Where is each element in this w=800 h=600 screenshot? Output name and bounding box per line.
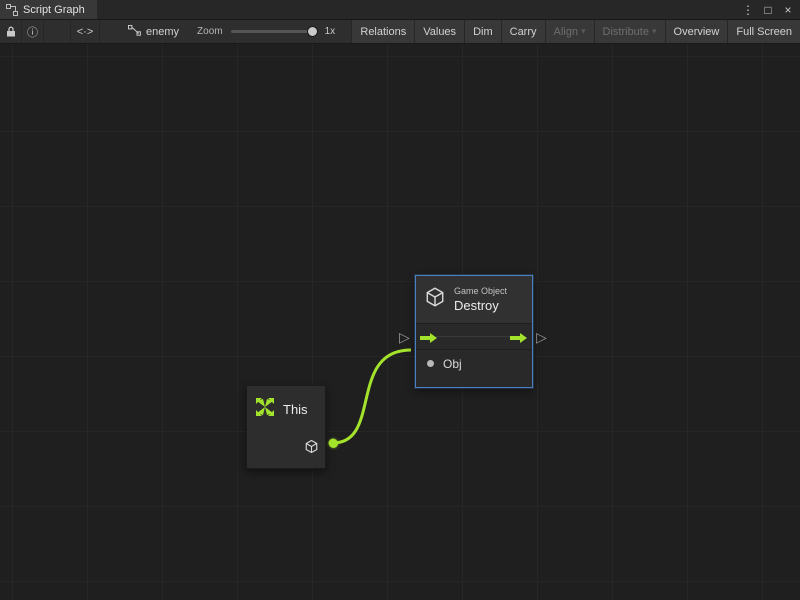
dim-button[interactable]: Dim	[464, 20, 501, 43]
cube-icon	[424, 286, 446, 313]
zoom-slider-handle[interactable]	[307, 26, 318, 37]
info-icon[interactable]: ⓘ	[22, 20, 44, 43]
this-output-port-dot[interactable]	[329, 439, 338, 448]
destroy-node-title: Destroy	[454, 298, 507, 313]
destroy-node-header: Game Object Destroy	[416, 276, 532, 323]
chevron-down-icon: ▾	[581, 26, 586, 37]
zoom-value: 1x	[325, 26, 336, 37]
fullscreen-button[interactable]: Full Screen	[727, 20, 800, 43]
window-controls: ⋮ □ ×	[740, 0, 800, 19]
zoom-slider[interactable]	[231, 30, 317, 33]
this-output-cube-icon[interactable]	[304, 439, 319, 459]
chevron-down-icon: ▾	[652, 26, 657, 37]
zoom-control: Zoom 1x	[189, 20, 343, 43]
destroy-node-category: Game Object	[454, 286, 507, 296]
toolbar-buttons: Relations Values Dim Carry Align ▾ Distr…	[351, 20, 800, 43]
lock-icon[interactable]	[0, 20, 22, 43]
values-button[interactable]: Values	[414, 20, 464, 43]
flow-output-triangle[interactable]: ▷	[536, 330, 547, 344]
graph-name: enemy	[146, 26, 179, 38]
connection-wire	[0, 44, 800, 600]
this-icon	[254, 396, 276, 423]
tab-bar: Script Graph ⋮ □ ×	[0, 0, 800, 20]
flow-input-arrow-icon[interactable]	[420, 331, 438, 349]
graph-canvas[interactable]: ▷ ▷ Game Object Destroy	[0, 44, 800, 600]
code-icon[interactable]: <·>	[70, 20, 100, 43]
this-node[interactable]: This	[246, 385, 326, 469]
script-graph-icon	[6, 4, 18, 16]
close-icon[interactable]: ×	[780, 3, 796, 17]
obj-port-dot-icon[interactable]	[427, 360, 434, 367]
tab-script-graph[interactable]: Script Graph	[0, 0, 97, 19]
this-node-header: This	[247, 386, 325, 429]
align-button[interactable]: Align ▾	[545, 20, 594, 43]
kebab-menu-icon[interactable]: ⋮	[740, 3, 756, 17]
tab-title: Script Graph	[23, 4, 85, 16]
relations-button[interactable]: Relations	[351, 20, 414, 43]
graph-breadcrumb[interactable]: enemy	[118, 20, 189, 43]
graph-node-icon	[128, 25, 141, 39]
script-graph-window: Script Graph ⋮ □ × ⓘ <·>	[0, 0, 800, 600]
carry-button[interactable]: Carry	[501, 20, 545, 43]
distribute-button[interactable]: Distribute ▾	[594, 20, 665, 43]
destroy-node-obj-port[interactable]: Obj	[416, 349, 532, 377]
destroy-node[interactable]: Game Object Destroy O	[415, 275, 533, 388]
obj-port-label: Obj	[443, 357, 462, 371]
maximize-icon[interactable]: □	[760, 3, 776, 17]
graph-toolbar: ⓘ <·> enemy Zoom 1x Relations	[0, 20, 800, 44]
zoom-label: Zoom	[197, 26, 223, 37]
destroy-node-flow-row	[416, 323, 532, 349]
flow-output-arrow-icon[interactable]	[510, 331, 528, 349]
this-node-title: This	[283, 402, 308, 417]
flow-input-triangle[interactable]: ▷	[399, 330, 410, 344]
overview-button[interactable]: Overview	[665, 20, 728, 43]
